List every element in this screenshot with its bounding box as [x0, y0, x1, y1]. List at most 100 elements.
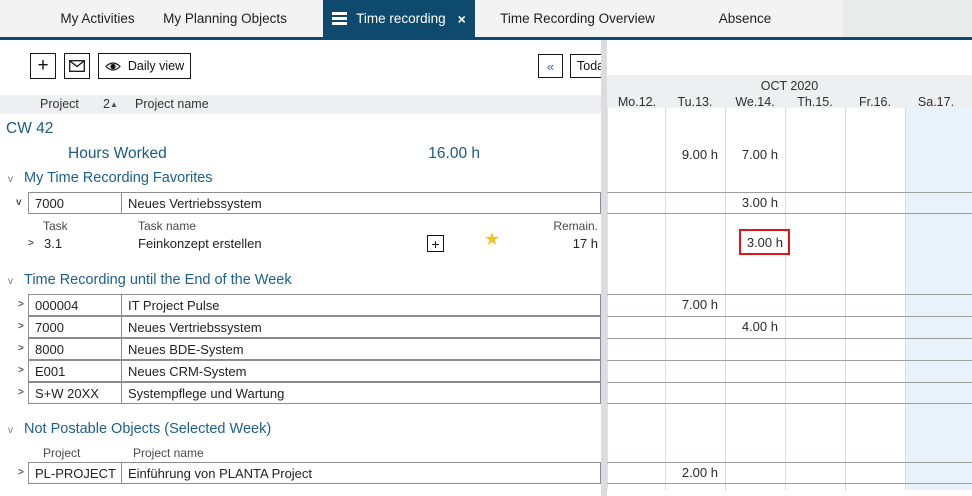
posted-hours-tu[interactable]: 2.00 h	[663, 465, 718, 480]
grid-row-band	[607, 316, 972, 338]
tab-my-planning-objects[interactable]: My Planning Objects	[150, 0, 300, 37]
column-header-project-name[interactable]: Project name	[135, 97, 209, 111]
project-name-cell[interactable]: Neues CRM-System	[121, 360, 601, 382]
remain-label: Remain.	[538, 219, 598, 233]
day-header-th: Th.15.	[785, 95, 845, 109]
grid-row-band	[607, 462, 972, 484]
collapse-chevron-icon[interactable]: v	[8, 174, 13, 185]
remain-value: 17 h	[538, 236, 598, 251]
day-header-tu: Tu.13.	[665, 95, 725, 109]
project-name-cell[interactable]: Neues Vertriebssystem	[121, 192, 601, 214]
posted-hours-tu[interactable]: 7.00 h	[663, 297, 718, 312]
project-id-cell[interactable]: 8000	[28, 338, 122, 360]
grid-row-band	[607, 192, 972, 214]
project-name-cell[interactable]: Einführung von PLANTA Project	[121, 462, 601, 484]
project-name-cell[interactable]: IT Project Pulse	[121, 294, 601, 316]
collapse-chevron-icon[interactable]: v	[16, 197, 22, 208]
weekend-column-background	[905, 75, 972, 490]
project-name-cell[interactable]: Systempflege und Wartung	[121, 382, 601, 404]
expand-chevron-icon[interactable]: >	[18, 343, 24, 354]
hours-worked-tu: 9.00 h	[663, 147, 718, 162]
task-remaining: 17 h	[538, 236, 598, 251]
project-id-cell[interactable]: PL-PROJECT	[28, 462, 122, 484]
menu-icon[interactable]	[332, 10, 347, 28]
tab-bar-underline	[0, 37, 972, 40]
mail-button[interactable]	[64, 53, 90, 79]
today-label: Today	[577, 59, 601, 73]
tab-absence[interactable]: Absence	[690, 0, 800, 37]
tab-label: My Activities	[60, 11, 134, 26]
previous-week-button[interactable]: «	[538, 54, 563, 78]
pane-splitter[interactable]	[601, 40, 607, 496]
posted-hours-we[interactable]: 4.00 h	[723, 319, 778, 334]
grid-row-band	[607, 338, 972, 360]
day-header-we: We.14.	[725, 95, 785, 109]
eye-icon	[105, 61, 121, 72]
grid-row-band	[607, 382, 972, 404]
tab-bar: My Activities My Planning Objects Time r…	[0, 0, 972, 37]
expand-chevron-icon[interactable]: >	[28, 238, 34, 249]
project-id-cell[interactable]: 000004	[28, 294, 122, 316]
sort-number: 2	[103, 97, 110, 111]
add-time-entry-button[interactable]: +	[427, 235, 444, 252]
remain-column-header: Remain.	[538, 219, 598, 233]
task-name-column-header: Task name	[138, 219, 196, 233]
project-id-cell[interactable]: E001	[28, 360, 122, 382]
tab-label: My Planning Objects	[163, 11, 287, 26]
tab-bar-shade	[843, 0, 972, 37]
tab-label: Time recording	[356, 11, 446, 26]
section-title-not-postable: Not Postable Objects (Selected Week)	[24, 421, 271, 437]
hours-worked-label: Hours Worked	[68, 145, 167, 163]
tab-time-recording[interactable]: Time recording ×	[323, 0, 475, 37]
sort-asc-icon: ▲	[110, 100, 118, 109]
grid-row-band	[607, 360, 972, 382]
project-name-cell[interactable]: Neues BDE-System	[121, 338, 601, 360]
project-name-column-header: Project name	[133, 446, 204, 460]
project-id-cell[interactable]: S+W 20XX	[28, 382, 122, 404]
expand-chevron-icon[interactable]: >	[18, 365, 24, 376]
task-id[interactable]: 3.1	[44, 236, 62, 251]
hours-worked-we: 7.00 h	[723, 147, 778, 162]
section-title-week: Time Recording until the End of the Week	[24, 272, 292, 288]
day-header-mo: Mo.12.	[607, 95, 667, 109]
project-name-cell[interactable]: Neues Vertriebssystem	[121, 316, 601, 338]
grid-row-band	[607, 294, 972, 316]
close-tab-icon[interactable]: ×	[458, 11, 466, 27]
tab-time-recording-overview[interactable]: Time Recording Overview	[480, 0, 675, 37]
today-button[interactable]: Today	[570, 54, 601, 78]
project-column-header: Project	[43, 446, 80, 460]
table-header	[0, 95, 601, 114]
add-button[interactable]: +	[30, 53, 56, 79]
expand-chevron-icon[interactable]: >	[18, 321, 24, 332]
expand-chevron-icon[interactable]: >	[18, 299, 24, 310]
sort-indicator[interactable]: 2▲	[103, 97, 118, 111]
calendar-week-label: CW 42	[6, 120, 53, 138]
favorite-star-icon[interactable]: ★	[484, 229, 500, 250]
day-header-sa: Sa.17.	[905, 95, 967, 109]
envelope-icon	[69, 60, 85, 72]
day-header-fr: Fr.16.	[845, 95, 905, 109]
hours-worked-total: 16.00 h	[400, 145, 480, 163]
tab-label: Time Recording Overview	[500, 11, 655, 26]
daily-view-button[interactable]: Daily view	[98, 53, 191, 79]
time-recording-app: My Activities My Planning Objects Time r…	[0, 0, 972, 496]
collapse-chevron-icon[interactable]: v	[8, 425, 13, 436]
expand-chevron-icon[interactable]: >	[18, 467, 24, 478]
selected-time-entry-cell[interactable]: 3.00 h	[739, 229, 790, 255]
double-chevron-left-icon: «	[547, 59, 554, 74]
project-id-cell[interactable]: 7000	[28, 316, 122, 338]
tab-my-activities[interactable]: My Activities	[30, 0, 165, 37]
project-id-cell[interactable]: 7000	[28, 192, 122, 214]
plus-icon: +	[431, 237, 439, 251]
posted-hours-we[interactable]: 3.00 h	[723, 195, 778, 210]
task-name[interactable]: Feinkonzept erstellen	[138, 236, 262, 251]
collapse-chevron-icon[interactable]: v	[8, 276, 13, 287]
column-header-project[interactable]: Project	[40, 97, 79, 111]
task-column-header: Task	[43, 219, 68, 233]
month-label: OCT 2020	[607, 79, 972, 93]
tab-label: Absence	[719, 11, 772, 26]
daily-view-label: Daily view	[128, 59, 184, 73]
plus-icon: +	[37, 55, 48, 77]
expand-chevron-icon[interactable]: >	[18, 387, 24, 398]
section-title-favorites: My Time Recording Favorites	[24, 170, 213, 186]
